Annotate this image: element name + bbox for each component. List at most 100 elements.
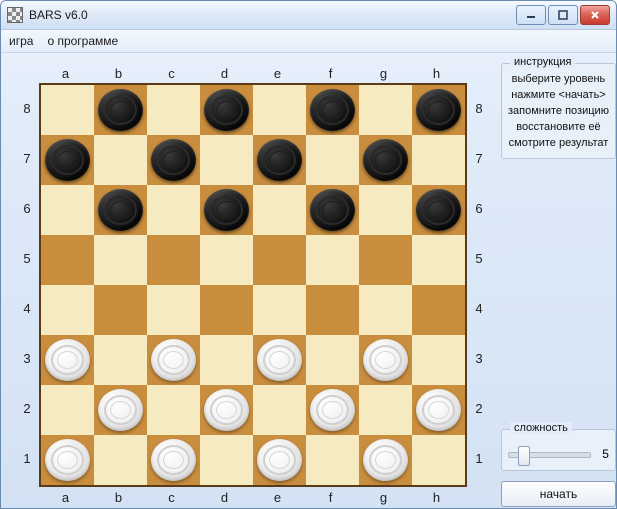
black-piece[interactable] <box>98 89 143 131</box>
square-c4[interactable] <box>147 285 200 335</box>
square-d8[interactable] <box>200 85 253 135</box>
white-piece[interactable] <box>45 339 90 381</box>
square-c6[interactable] <box>147 185 200 235</box>
square-b8[interactable] <box>94 85 147 135</box>
white-piece[interactable] <box>363 439 408 481</box>
white-piece[interactable] <box>204 389 249 431</box>
square-g7[interactable] <box>359 135 412 185</box>
square-b1[interactable] <box>94 435 147 485</box>
black-piece[interactable] <box>98 189 143 231</box>
square-a5[interactable] <box>41 235 94 285</box>
square-d6[interactable] <box>200 185 253 235</box>
file-label: h <box>410 487 463 507</box>
white-piece[interactable] <box>151 339 196 381</box>
square-h5[interactable] <box>412 235 465 285</box>
square-e7[interactable] <box>253 135 306 185</box>
square-a3[interactable] <box>41 335 94 385</box>
square-g1[interactable] <box>359 435 412 485</box>
file-label: c <box>145 63 198 83</box>
square-b5[interactable] <box>94 235 147 285</box>
menu-game[interactable]: игра <box>9 34 33 48</box>
square-c8[interactable] <box>147 85 200 135</box>
black-piece[interactable] <box>416 189 461 231</box>
white-piece[interactable] <box>416 389 461 431</box>
square-a4[interactable] <box>41 285 94 335</box>
square-b2[interactable] <box>94 385 147 435</box>
difficulty-slider[interactable] <box>508 444 591 464</box>
square-h1[interactable] <box>412 435 465 485</box>
black-piece[interactable] <box>310 189 355 231</box>
minimize-button[interactable] <box>516 5 546 25</box>
square-c5[interactable] <box>147 235 200 285</box>
square-f6[interactable] <box>306 185 359 235</box>
black-piece[interactable] <box>204 189 249 231</box>
square-f3[interactable] <box>306 335 359 385</box>
black-piece[interactable] <box>45 139 90 181</box>
square-a2[interactable] <box>41 385 94 435</box>
square-h2[interactable] <box>412 385 465 435</box>
square-h3[interactable] <box>412 335 465 385</box>
square-a1[interactable] <box>41 435 94 485</box>
square-b6[interactable] <box>94 185 147 235</box>
start-button[interactable]: начать <box>501 481 616 507</box>
square-e6[interactable] <box>253 185 306 235</box>
square-g8[interactable] <box>359 85 412 135</box>
white-piece[interactable] <box>310 389 355 431</box>
square-f4[interactable] <box>306 285 359 335</box>
white-piece[interactable] <box>257 439 302 481</box>
square-b7[interactable] <box>94 135 147 185</box>
black-piece[interactable] <box>257 139 302 181</box>
black-piece[interactable] <box>310 89 355 131</box>
square-f1[interactable] <box>306 435 359 485</box>
square-c3[interactable] <box>147 335 200 385</box>
maximize-button[interactable] <box>548 5 578 25</box>
square-a8[interactable] <box>41 85 94 135</box>
square-b3[interactable] <box>94 335 147 385</box>
square-c7[interactable] <box>147 135 200 185</box>
close-button[interactable] <box>580 5 610 25</box>
square-d5[interactable] <box>200 235 253 285</box>
square-f5[interactable] <box>306 235 359 285</box>
black-piece[interactable] <box>204 89 249 131</box>
square-c2[interactable] <box>147 385 200 435</box>
white-piece[interactable] <box>45 439 90 481</box>
square-f2[interactable] <box>306 385 359 435</box>
black-piece[interactable] <box>416 89 461 131</box>
square-h6[interactable] <box>412 185 465 235</box>
square-g5[interactable] <box>359 235 412 285</box>
square-e8[interactable] <box>253 85 306 135</box>
white-piece[interactable] <box>151 439 196 481</box>
square-d4[interactable] <box>200 285 253 335</box>
square-h4[interactable] <box>412 285 465 335</box>
square-c1[interactable] <box>147 435 200 485</box>
square-e5[interactable] <box>253 235 306 285</box>
square-a6[interactable] <box>41 185 94 235</box>
square-d7[interactable] <box>200 135 253 185</box>
square-b4[interactable] <box>94 285 147 335</box>
square-d2[interactable] <box>200 385 253 435</box>
square-g4[interactable] <box>359 285 412 335</box>
square-e3[interactable] <box>253 335 306 385</box>
instruction-line: нажмите <начать> <box>508 88 609 104</box>
square-d3[interactable] <box>200 335 253 385</box>
square-f7[interactable] <box>306 135 359 185</box>
square-e1[interactable] <box>253 435 306 485</box>
square-h7[interactable] <box>412 135 465 185</box>
menu-about[interactable]: о программе <box>47 34 118 48</box>
checkers-board[interactable] <box>39 83 467 487</box>
white-piece[interactable] <box>98 389 143 431</box>
square-d1[interactable] <box>200 435 253 485</box>
square-g2[interactable] <box>359 385 412 435</box>
black-piece[interactable] <box>151 139 196 181</box>
black-piece[interactable] <box>363 139 408 181</box>
square-e2[interactable] <box>253 385 306 435</box>
white-piece[interactable] <box>257 339 302 381</box>
square-a7[interactable] <box>41 135 94 185</box>
white-piece[interactable] <box>363 339 408 381</box>
square-g3[interactable] <box>359 335 412 385</box>
square-e4[interactable] <box>253 285 306 335</box>
square-g6[interactable] <box>359 185 412 235</box>
app-window: BARS v6.0 игра о программе abcdefgh 8765… <box>0 0 617 509</box>
square-h8[interactable] <box>412 85 465 135</box>
square-f8[interactable] <box>306 85 359 135</box>
